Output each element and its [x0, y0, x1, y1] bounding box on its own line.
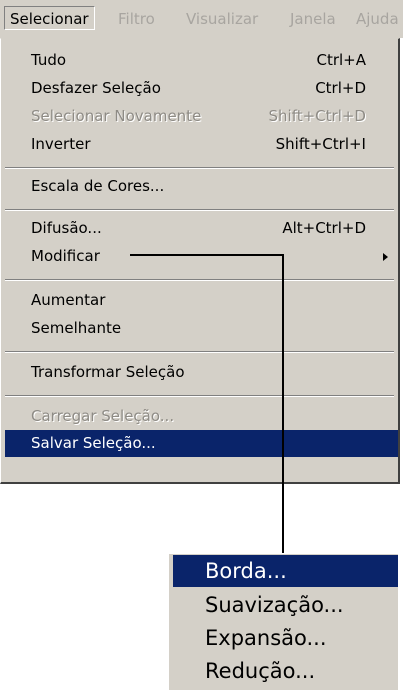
- submenu-arrow-icon: [383, 253, 388, 261]
- modificar-submenu: Borda... Suavização... Expansão... Reduç…: [168, 553, 398, 690]
- menu-item-label: Escala de Cores...: [31, 177, 165, 195]
- menu-item-label: Desfazer Seleção: [31, 79, 161, 97]
- menu-item-label: Salvar Seleção...: [31, 434, 156, 452]
- callout-line-vertical: [282, 254, 284, 553]
- menu-item-label: Modificar: [31, 247, 100, 265]
- menu-item-carregar-selecao: Carregar Seleção...: [11, 403, 392, 430]
- submenu-item-label: Borda...: [205, 559, 287, 583]
- menu-separator: [5, 351, 394, 353]
- menu-separator: [5, 167, 394, 169]
- menu-item-shortcut: Ctrl+A: [316, 51, 366, 69]
- menu-item-tudo[interactable]: Tudo Ctrl+A: [11, 47, 392, 74]
- submenu-item-suavizacao[interactable]: Suavização...: [169, 589, 398, 621]
- menubar-item-ajuda[interactable]: Ajuda: [356, 9, 399, 29]
- menu-separator: [5, 209, 394, 211]
- menu-item-shortcut: Shift+Ctrl+D: [268, 107, 366, 125]
- screenshot-stage: Selecionar Filtro Visualizar Janela Ajud…: [0, 0, 403, 690]
- menubar-item-visualizar[interactable]: Visualizar: [186, 9, 258, 29]
- menu-item-difusao[interactable]: Difusão... Alt+Ctrl+D: [11, 215, 392, 242]
- menu-separator: [5, 279, 394, 281]
- menu-separator: [5, 395, 394, 397]
- menu-item-inverter[interactable]: Inverter Shift+Ctrl+I: [11, 131, 392, 158]
- submenu-item-label: Expansão...: [205, 626, 327, 650]
- menu-item-aumentar[interactable]: Aumentar: [11, 287, 392, 314]
- callout-line-horizontal: [130, 254, 284, 256]
- menu-item-label: Carregar Seleção...: [31, 407, 175, 425]
- menu-item-salvar-selecao[interactable]: Salvar Seleção...: [5, 430, 398, 457]
- menu-item-desfazer-selecao[interactable]: Desfazer Seleção Ctrl+D: [11, 75, 392, 102]
- menu-item-label: Tudo: [31, 51, 67, 69]
- menu-item-label: Selecionar Novamente: [31, 107, 202, 125]
- menu-item-selecionar-novamente: Selecionar Novamente Shift+Ctrl+D: [11, 103, 392, 130]
- menubar-item-selecionar[interactable]: Selecionar: [4, 6, 95, 30]
- menubar-item-janela[interactable]: Janela: [290, 9, 336, 29]
- menu-item-label: Inverter: [31, 135, 91, 153]
- menu-item-label: Transformar Seleção: [31, 363, 185, 381]
- menu-item-shortcut: Ctrl+D: [315, 79, 366, 97]
- submenu-item-borda[interactable]: Borda...: [173, 555, 398, 587]
- submenu-item-label: Redução...: [205, 659, 316, 683]
- menu-item-shortcut: Shift+Ctrl+I: [275, 135, 366, 153]
- menu-item-modificar[interactable]: Modificar: [11, 243, 392, 270]
- menu-item-semelhante[interactable]: Semelhante: [11, 315, 392, 342]
- menu-item-transformar-selecao[interactable]: Transformar Seleção: [11, 359, 392, 386]
- menu-item-shortcut: Alt+Ctrl+D: [282, 219, 366, 237]
- menu-bar: Selecionar Filtro Visualizar Janela Ajud…: [0, 0, 403, 38]
- menu-item-label: Aumentar: [31, 291, 106, 309]
- submenu-item-label: Suavização...: [205, 593, 344, 617]
- selecionar-dropdown-menu: Tudo Ctrl+A Desfazer Seleção Ctrl+D Sele…: [0, 38, 400, 484]
- menu-item-escala-de-cores[interactable]: Escala de Cores...: [11, 173, 392, 200]
- submenu-item-reducao[interactable]: Redução...: [169, 655, 398, 687]
- menu-item-label: Semelhante: [31, 319, 122, 337]
- menubar-item-filtro[interactable]: Filtro: [118, 9, 155, 29]
- menu-item-label: Difusão...: [31, 219, 102, 237]
- submenu-item-expansao[interactable]: Expansão...: [169, 622, 398, 654]
